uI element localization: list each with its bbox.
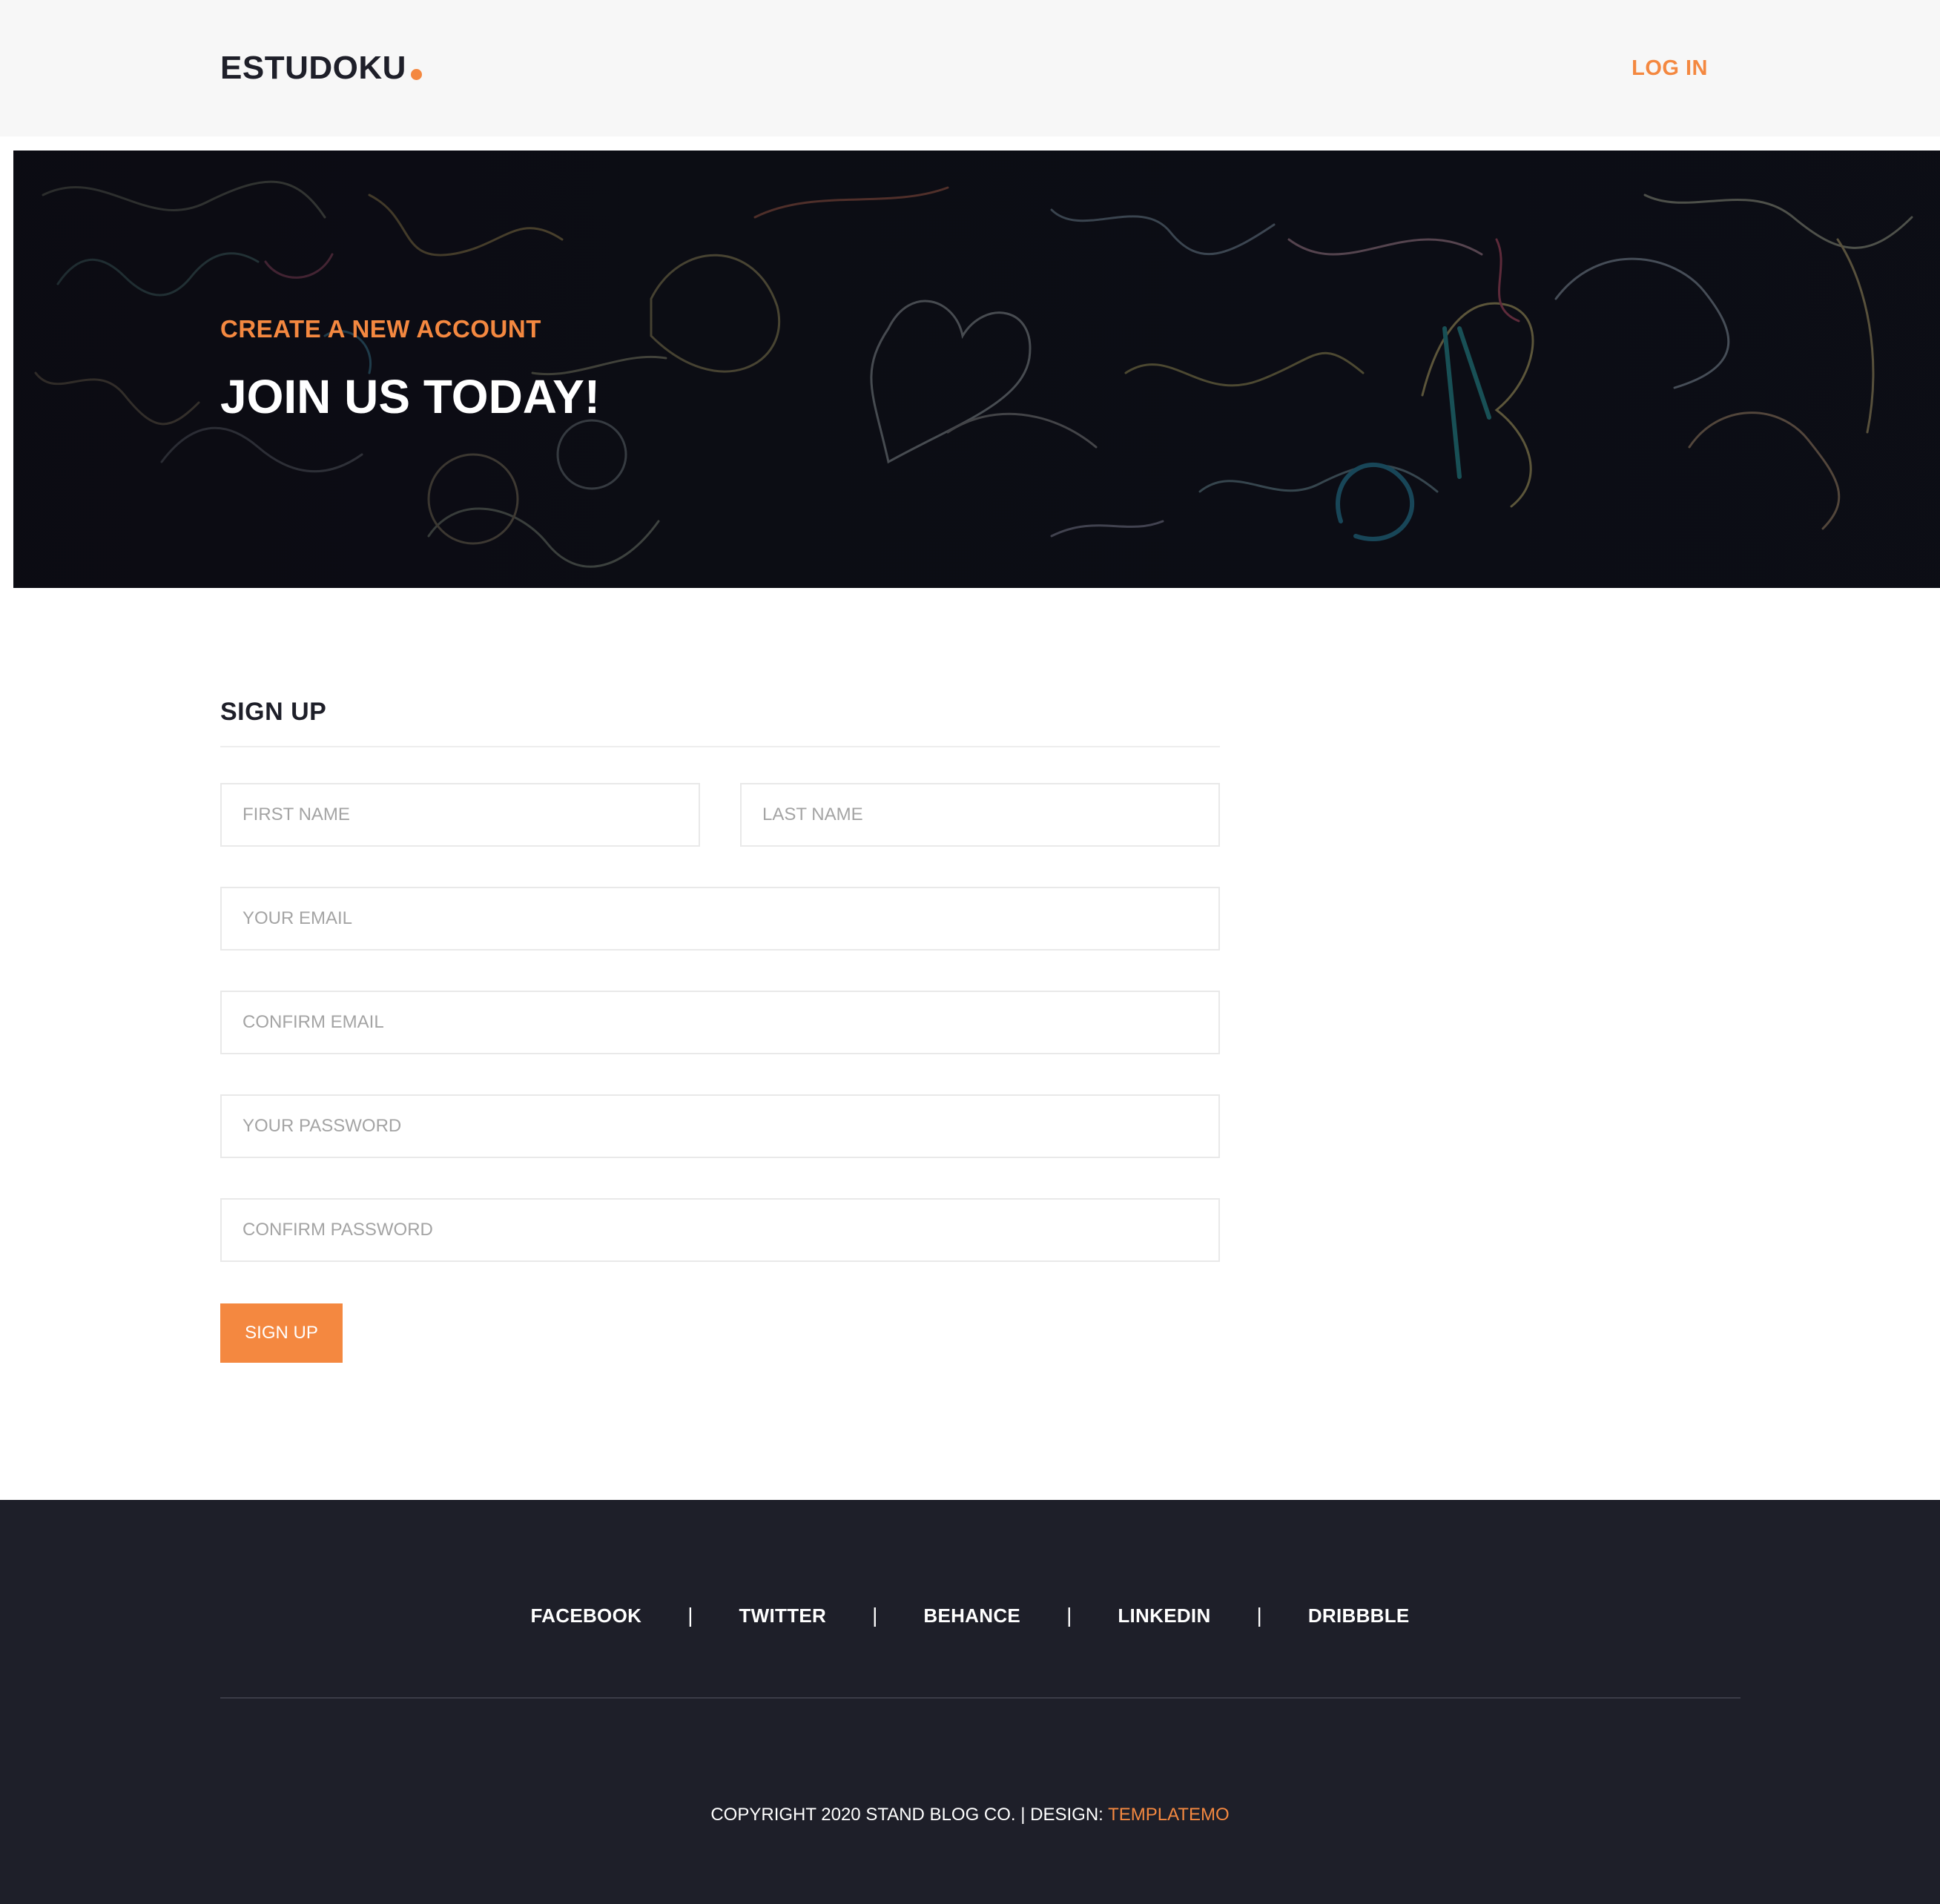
site-footer: FACEBOOK | TWITTER | BEHANCE | LINKEDIN | DRIBBB… <box>0 1500 1940 1904</box>
hero-subtitle: CREATE A NEW ACCOUNT <box>220 315 541 343</box>
hero-title: JOIN US TODAY! <box>220 370 601 423</box>
signup-button[interactable]: SIGN UP <box>220 1303 343 1363</box>
signup-form: SIGN UP SIGN UP <box>220 690 1220 1363</box>
social-link-facebook[interactable]: FACEBOOK <box>530 1597 641 1634</box>
social-link-dribbble[interactable]: DRIBBBLE <box>1308 1597 1410 1634</box>
signup-heading: SIGN UP <box>220 690 1220 747</box>
login-link[interactable]: LOG IN <box>1631 53 1708 83</box>
email-input[interactable] <box>220 887 1220 951</box>
social-links: FACEBOOK | TWITTER | BEHANCE | LINKEDIN | DRIBBB… <box>0 1597 1940 1634</box>
social-separator: | <box>1256 1604 1262 1627</box>
confirm-password-input[interactable] <box>220 1198 1220 1262</box>
logo-text: ESTUDOKU <box>220 50 406 86</box>
last-name-input[interactable] <box>740 783 1220 847</box>
social-link-behance[interactable]: BEHANCE <box>923 1597 1020 1634</box>
password-input[interactable] <box>220 1094 1220 1158</box>
social-separator: | <box>687 1604 693 1627</box>
copyright-text: COPYRIGHT 2020 STAND BLOG CO. | DESIGN: … <box>0 1796 1940 1834</box>
social-separator: | <box>1066 1604 1072 1627</box>
first-name-input[interactable] <box>220 783 700 847</box>
copyright-label: COPYRIGHT 2020 STAND BLOG CO. | DESIGN: <box>710 1805 1109 1825</box>
footer-divider <box>220 1697 1741 1699</box>
logo-dot-icon <box>410 69 422 80</box>
logo[interactable]: ESTUDOKU <box>220 44 422 92</box>
social-separator: | <box>872 1604 878 1627</box>
site-header: ESTUDOKU LOG IN <box>0 0 1940 136</box>
confirm-email-input[interactable] <box>220 991 1220 1054</box>
templatemo-link[interactable]: TEMPLATEMO <box>1108 1805 1230 1825</box>
social-link-linkedin[interactable]: LINKEDIN <box>1118 1597 1210 1634</box>
social-link-twitter[interactable]: TWITTER <box>739 1597 826 1634</box>
hero-banner: CREATE A NEW ACCOUNT JOIN US TODAY! <box>13 151 1940 588</box>
